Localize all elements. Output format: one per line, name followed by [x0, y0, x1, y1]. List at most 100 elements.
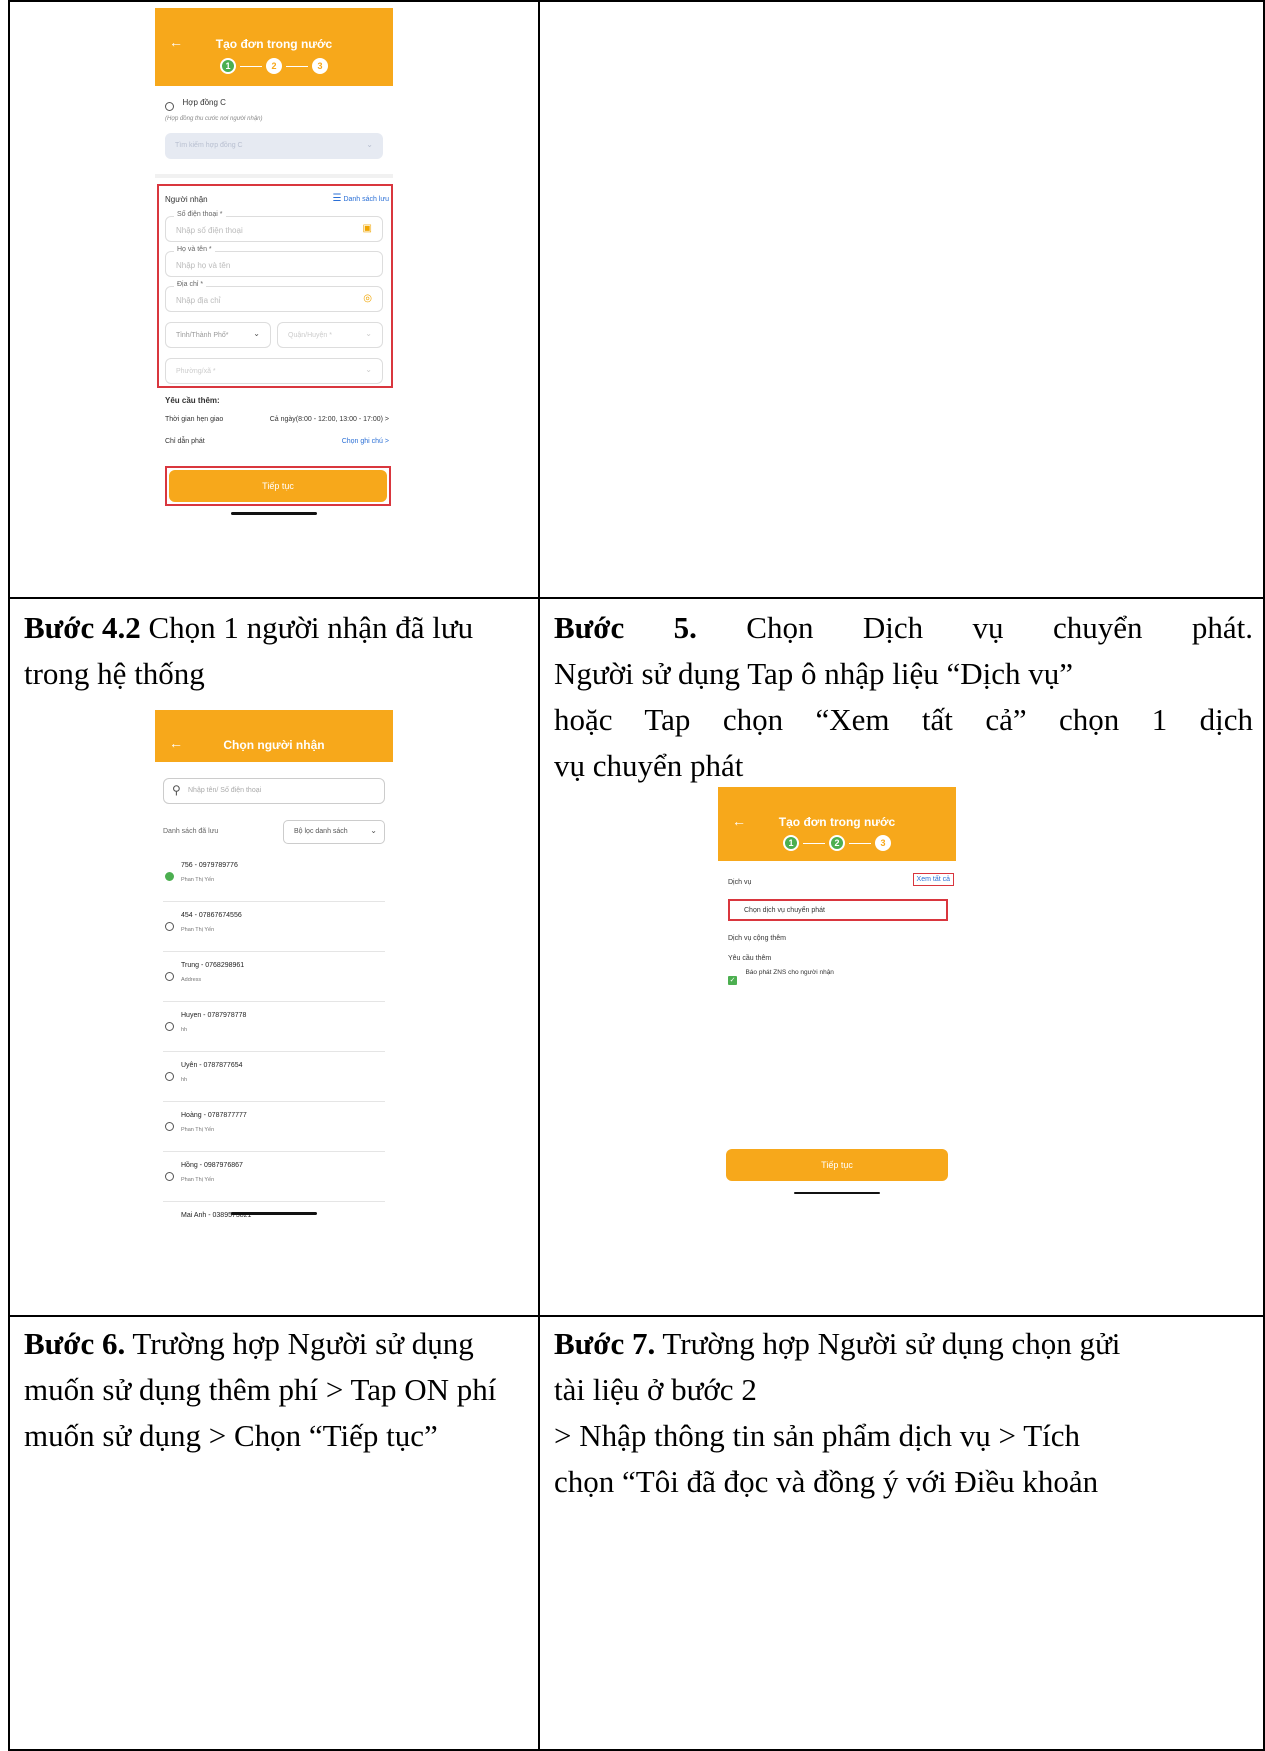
radio-icon[interactable]	[165, 1022, 174, 1031]
name-field[interactable]: Họ và tên * Nhập họ và tên	[165, 246, 383, 277]
home-indicator	[794, 1192, 880, 1194]
addon-label: Dịch vụ cộng thêm	[728, 935, 786, 942]
radio-icon[interactable]	[165, 922, 174, 931]
saved-list-label: Danh sách đã lưu	[163, 828, 219, 835]
app-header: ← Tạo đơn trong nước 1 2 3	[155, 8, 393, 86]
contact-list-item[interactable]: Hồng - 0987976867 Phan Thị Yến	[163, 1152, 385, 1202]
service-input[interactable]: Chọn dịch vụ chuyển phát	[728, 899, 948, 921]
cell-screen-1: ← Tạo đơn trong nước 1 2 3 Hợp đồng C (H…	[8, 0, 540, 599]
zns-label: Báo phát ZNS cho người nhận	[745, 969, 834, 976]
address-field[interactable]: Địa chỉ * Nhập địa chỉ ◎	[165, 281, 383, 312]
step-1: 1	[220, 58, 236, 74]
contract-search-input[interactable]: Tìm kiếm hợp đồng C ⌄	[165, 133, 383, 159]
chevron-down-icon: ⌄	[253, 329, 260, 338]
step-6-caption: Bước 6. Trường hợp Người sử dụng muốn sử…	[10, 1317, 538, 1459]
district-select[interactable]: Quận/Huyện * ⌄	[277, 322, 383, 348]
contact-subtitle: hh	[181, 1077, 188, 1083]
continue-button[interactable]: Tiếp tục	[726, 1149, 948, 1181]
step-5-line4: vụ chuyển phát	[554, 748, 744, 783]
search-input[interactable]: ⚲ Nhập tên/ Số điện thoại	[163, 778, 385, 804]
step-4-2-text: Chọn 1 người nhận đã lưu	[140, 610, 474, 645]
section-divider	[155, 174, 393, 178]
step-divider	[240, 65, 262, 67]
step-6-line3: muốn sử dụng > Chọn “Tiếp tục”	[24, 1418, 438, 1453]
contract-radio[interactable]	[165, 102, 174, 111]
search-icon: ⚲	[172, 783, 181, 797]
name-label: Họ và tên *	[174, 246, 215, 253]
zns-checkbox-row[interactable]: ✓ Báo phát ZNS cho người nhận	[728, 969, 834, 987]
saved-list-label: Danh sách lưu	[343, 196, 389, 203]
step-1: 1	[783, 835, 799, 851]
delivery-note-label: Chỉ dẫn phát	[165, 438, 205, 445]
step-5-line1: Chọn Dịch vụ chuyển phát.	[696, 610, 1253, 645]
chevron-down-icon: ⌄	[365, 365, 372, 374]
contact-list: 756 - 0979789776 Phan Thị Yến 454 - 078676…	[155, 852, 393, 1218]
province-placeholder: Tỉnh/Thành Phố*	[176, 332, 229, 339]
contract-label: Hợp đồng C	[182, 98, 226, 107]
contact-subtitle: hh	[181, 1027, 188, 1033]
delivery-time-label: Thời gian hẹn giao	[165, 416, 224, 423]
cell-step-5: Bước 5. Chọn Dịch vụ chuyển phát. Người …	[538, 597, 1265, 1317]
radio-icon[interactable]	[165, 1122, 174, 1131]
step-4-2-line2: trong hệ thống	[24, 656, 205, 691]
cell-step-7: Bước 7. Trường hợp Người sử dụng chọn gử…	[538, 1315, 1265, 1751]
continue-button[interactable]: Tiếp tục	[169, 470, 387, 502]
step-6-line2: muốn sử dụng thêm phí > Tap ON phí	[24, 1372, 497, 1407]
cell-step-4-2: Bước 4.2 Chọn 1 người nhận đã lưu trong …	[8, 597, 540, 1317]
step-divider	[286, 65, 308, 67]
step-2: 2	[829, 835, 845, 851]
filter-dropdown[interactable]: Bộ lọc danh sách ⌄	[283, 820, 385, 844]
phone-placeholder: Nhập số điện thoại	[176, 226, 243, 235]
recipient-heading: Người nhận	[165, 195, 208, 204]
step-4-2-caption: Bước 4.2 Chọn 1 người nhận đã lưu trong …	[10, 599, 538, 697]
list-icon: ☰	[332, 193, 342, 204]
province-select[interactable]: Tỉnh/Thành Phố* ⌄	[165, 322, 271, 348]
step-5-caption: Bước 5. Chọn Dịch vụ chuyển phát. Người …	[540, 599, 1263, 789]
radio-icon[interactable]	[165, 1072, 174, 1081]
contact-name: Huyen - 0787978778	[181, 1012, 247, 1019]
contact-list-item[interactable]: Uyên - 0787877654 hh	[163, 1052, 385, 1102]
name-placeholder: Nhập họ và tên	[176, 261, 231, 270]
step-7-line1: Trường hợp Người sử dụng chọn gửi	[655, 1326, 1121, 1361]
radio-checked-icon[interactable]	[165, 872, 174, 881]
step-6-number: Bước 6.	[24, 1326, 126, 1361]
step-5-line2: Người sử dụng Tap ô nhập liệu “Dịch vụ”	[554, 656, 1074, 691]
contract-option[interactable]: Hợp đồng C	[165, 98, 226, 116]
phone-field[interactable]: Số điện thoại * Nhập số điện thoại ▣	[165, 211, 383, 242]
contact-name: 454 - 07867674556	[181, 912, 242, 919]
contact-list-item[interactable]: 756 - 0979789776 Phan Thị Yến	[163, 852, 385, 902]
contact-list-item[interactable]: 454 - 07867674556 Phan Thị Yến	[163, 902, 385, 952]
radio-icon[interactable]	[165, 1172, 174, 1181]
page-title: Tạo đơn trong nước	[778, 815, 896, 829]
step-5-line3: hoặc Tap chọn “Xem tất cả” chọn 1 dịch	[554, 702, 1253, 737]
district-placeholder: Quận/Huyện *	[288, 332, 332, 339]
location-pin-icon[interactable]: ◎	[363, 293, 372, 304]
contact-book-icon[interactable]: ▣	[363, 223, 372, 234]
ward-select[interactable]: Phường/xã * ⌄	[165, 358, 383, 384]
checkbox-checked-icon[interactable]: ✓	[728, 976, 737, 985]
step-2: 2	[266, 58, 282, 74]
cell-step-6: Bước 6. Trường hợp Người sử dụng muốn sử…	[8, 1315, 540, 1751]
service-placeholder: Chọn dịch vụ chuyển phát	[744, 907, 825, 914]
contact-list-item[interactable]: Hoàng - 0787877777 Phan Thị Yến	[163, 1102, 385, 1152]
extra-label: Yêu cầu thêm	[728, 955, 772, 962]
step-5-number: Bước 5.	[554, 610, 697, 645]
delivery-note-value[interactable]: Chọn ghi chú >	[342, 438, 389, 445]
step-3: 3	[312, 58, 328, 74]
see-all-label: Xem tất cả	[916, 876, 950, 883]
delivery-time-value[interactable]: Cả ngày(8:00 - 12:00, 13:00 - 17:00) >	[270, 416, 389, 423]
step-7-line3: > Nhập thông tin sản phẩm dịch vụ > Tích	[554, 1418, 1081, 1453]
contact-list-item[interactable]: Mai Anh - 0389573821	[163, 1202, 385, 1218]
saved-list-link[interactable]: ☰ Danh sách lưu	[333, 193, 389, 204]
contact-list-item[interactable]: Huyen - 0787978778 hh	[163, 1002, 385, 1052]
contact-list-item[interactable]: Trung - 0768298961 Address	[163, 952, 385, 1002]
step-4-2-number: Bước 4.2	[24, 610, 141, 645]
step-indicator: 1 2 3	[718, 835, 956, 851]
ward-placeholder: Phường/xã *	[176, 368, 216, 375]
extra-heading: Yêu cầu thêm:	[165, 396, 220, 405]
contact-name: Uyên - 0787877654	[181, 1062, 243, 1069]
radio-icon[interactable]	[165, 972, 174, 981]
contact-name: Trung - 0768298961	[181, 962, 245, 969]
home-indicator	[231, 512, 317, 515]
see-all-link[interactable]: Xem tất cả	[912, 873, 954, 886]
